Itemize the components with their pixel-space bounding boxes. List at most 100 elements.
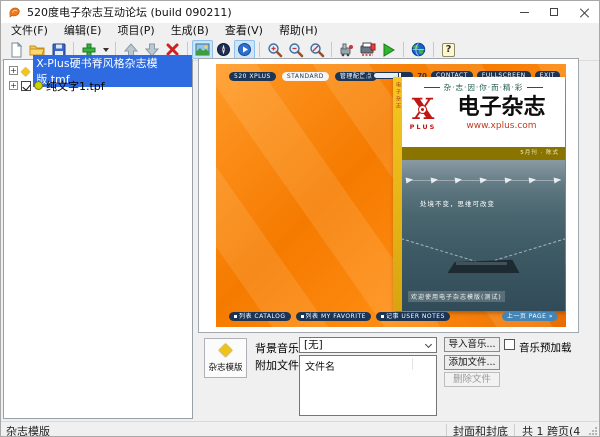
paper-plane-icon: [504, 176, 513, 184]
speaker-icon: [361, 72, 369, 79]
minimize-button[interactable]: [509, 1, 539, 23]
publish-button[interactable]: [357, 40, 378, 59]
bgm-label: 背景音乐:: [255, 342, 303, 355]
music-preload-checkbox[interactable]: [504, 339, 515, 350]
preview-panel: 520 XPLUS STANDARD 管理配置点 70 CONTACT FULL…: [198, 58, 579, 333]
status-separator: [514, 424, 515, 436]
paper-plane-icon: [479, 176, 488, 184]
status-template: 杂志模版: [6, 425, 50, 437]
paper-plane-icon: [430, 176, 439, 184]
preview-play-button[interactable]: [378, 40, 399, 59]
expand-plus-icon[interactable]: +: [9, 66, 18, 75]
menu-edit[interactable]: 编辑(E): [56, 23, 110, 39]
attach-label: 附加文件:: [255, 359, 303, 372]
app-window: 520度电子杂志互动论坛 (build 090211) 文件(F) 编辑(E) …: [0, 0, 600, 437]
resize-grip[interactable]: [589, 427, 597, 435]
menu-build[interactable]: 生成(B): [163, 23, 217, 39]
attach-file-list[interactable]: 文件名: [299, 355, 437, 416]
pill-standard[interactable]: STANDARD: [281, 72, 329, 81]
new-button[interactable]: [6, 40, 27, 59]
pill-site[interactable]: 520 XPLUS: [229, 72, 276, 81]
status-bar: 杂志模版 封面和封底 共 1 跨页(4 页): [1, 421, 599, 437]
toolbar-separator: [403, 42, 404, 57]
title-bar: 520度电子杂志互动论坛 (build 090211): [1, 1, 599, 23]
favorite-pill-label: 列表 MY FAVORITE: [305, 313, 366, 320]
cover-main: 杂·志·因·你·而·精·彩 X PLUS 电子杂志 www.xplus.com: [402, 77, 565, 311]
favorite-pill[interactable]: 列表 MY FAVORITE: [295, 312, 371, 321]
status-separator: [446, 424, 447, 436]
help-icon: ?: [442, 42, 455, 57]
page-circle-icon: [34, 81, 43, 90]
remove-file-button: 删除文件: [444, 372, 500, 387]
zoom-reset-icon: [309, 42, 324, 57]
zoom-in-button[interactable]: [264, 40, 285, 59]
help-button[interactable]: ?: [438, 40, 459, 59]
zoom-out-icon: [288, 42, 303, 57]
magazine-cover: 电子杂志 杂·志·因·你·而·精·彩 X PLUS 电子杂志: [393, 77, 565, 311]
xplus-logo: X PLUS: [405, 95, 441, 132]
maximize-button[interactable]: [539, 1, 569, 23]
player-icon: [238, 43, 251, 56]
maximize-icon: [550, 8, 558, 16]
paper-plane-icon: [405, 176, 414, 184]
publish-icon: [360, 42, 375, 56]
close-button[interactable]: [569, 1, 599, 23]
zoom-in-icon: [267, 42, 282, 57]
import-music-button[interactable]: 导入音乐...: [444, 337, 500, 352]
new-document-icon: [11, 41, 23, 57]
window-title: 520度电子杂志互动论坛 (build 090211): [27, 6, 232, 19]
minimize-icon: [519, 11, 529, 13]
attach-list-header: 文件名: [305, 362, 335, 373]
add-file-button[interactable]: 添加文件...: [444, 355, 500, 370]
cover-spine: 电子杂志: [393, 77, 402, 311]
tree-row-template[interactable]: + ◆ X-Plus硬书脊风格杂志模版.tmf: [4, 54, 192, 87]
catalog-pill[interactable]: 列表 CATALOG: [229, 312, 291, 321]
bgm-select[interactable]: [无]: [299, 337, 437, 353]
magazine-viewer: 520 XPLUS STANDARD 管理配置点 70 CONTACT FULL…: [216, 64, 566, 327]
image-panel-icon: [195, 43, 210, 56]
menu-view[interactable]: 查看(V): [217, 23, 271, 39]
bullet-icon: [300, 315, 304, 318]
template-tile-label: 杂志模版: [208, 363, 243, 373]
template-tile-button[interactable]: ◆ 杂志模版: [204, 338, 247, 378]
paper-plane-icon: [454, 176, 463, 184]
paper-plane-icon: [553, 176, 562, 184]
player-panel-toggle[interactable]: [234, 40, 255, 59]
menu-help[interactable]: 帮助(H): [271, 23, 326, 39]
cover-photo: 处境不变，思维可改变 欢迎使用电子杂志模版(测试): [402, 160, 565, 311]
paper-planes-row: [405, 174, 562, 186]
cover-footer-text: 欢迎使用电子杂志模版(测试): [408, 291, 505, 302]
paper-plane-icon: [528, 176, 537, 184]
viewer-bottom-left-pills: 列表 CATALOG 列表 MY FAVORITE 记事 USER NOTES: [229, 312, 450, 321]
globe-icon: [411, 42, 426, 57]
template-diamond-icon: ◆: [21, 63, 31, 78]
config-tool-button[interactable]: [336, 40, 357, 59]
zoom-out-button[interactable]: [285, 40, 306, 59]
image-panel-toggle[interactable]: [192, 40, 213, 59]
cover-tagline-text: 杂·志·因·你·而·精·彩: [443, 83, 524, 92]
menu-project[interactable]: 项目(P): [109, 23, 162, 39]
expand-plus-icon[interactable]: +: [9, 81, 18, 90]
sea-platform: [447, 259, 520, 273]
compass-icon: [217, 43, 230, 56]
toolbar-separator: [259, 42, 260, 57]
zoom-reset-button[interactable]: [306, 40, 327, 59]
close-icon: [580, 8, 589, 17]
page-nav-pill[interactable]: 上一页 PAGE »: [501, 312, 558, 321]
website-button[interactable]: [408, 40, 429, 59]
page-checkbox[interactable]: [21, 80, 31, 91]
cover-slogan: 处境不变，思维可改变: [420, 200, 495, 208]
tree-item-page-label[interactable]: 纯文字1.tpf: [46, 78, 105, 94]
bullet-icon: [234, 315, 237, 318]
notes-pill[interactable]: 记事 USER NOTES: [375, 312, 450, 321]
config-tool-icon: [340, 43, 353, 57]
catalog-pill-label: 列表 CATALOG: [239, 313, 286, 320]
menu-bar: 文件(F) 编辑(E) 项目(P) 生成(B) 查看(V) 帮助(H): [1, 23, 599, 39]
compass-toggle[interactable]: [213, 40, 234, 59]
bullet-icon: [380, 315, 384, 318]
project-tree[interactable]: + ◆ X-Plus硬书脊风格杂志模版.tmf + 纯文字1.tpf: [3, 54, 193, 419]
cover-title: 电子杂志: [457, 94, 546, 120]
menu-file[interactable]: 文件(F): [3, 23, 56, 39]
music-preload-label: 音乐预加载: [519, 342, 572, 354]
cover-header: 杂·志·因·你·而·精·彩 X PLUS 电子杂志 www.xplus.com: [402, 77, 565, 147]
